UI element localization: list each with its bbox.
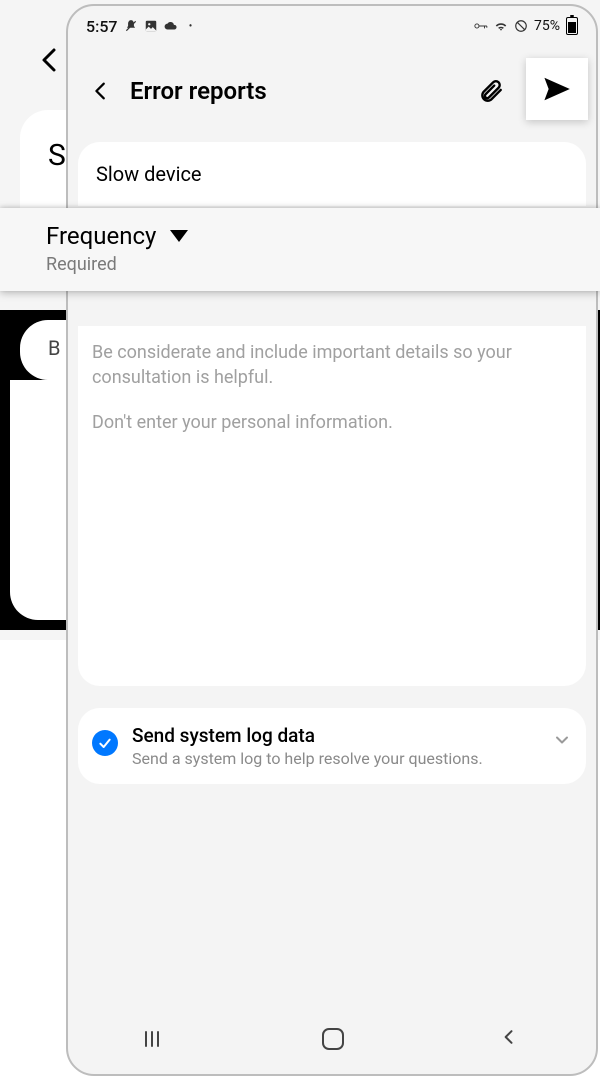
nav-home-button[interactable] — [322, 1028, 344, 1050]
battery-icon — [566, 17, 578, 35]
chevron-left-icon — [499, 1027, 519, 1047]
status-time: 5:57 — [86, 17, 118, 36]
background-letter-s: S — [48, 138, 66, 173]
wifi-icon — [494, 19, 508, 33]
no-sim-icon — [514, 19, 528, 33]
cloud-icon — [164, 19, 178, 33]
syslog-expand[interactable] — [552, 730, 572, 754]
frequency-dropdown[interactable]: Frequency Required — [0, 208, 600, 291]
description-placeholder-line1: Be considerate and include important det… — [92, 340, 572, 390]
caret-down-icon — [170, 230, 188, 242]
chevron-down-icon — [552, 730, 572, 750]
send-button[interactable] — [526, 58, 588, 120]
send-icon — [541, 73, 573, 105]
send-system-log-row[interactable]: Send system log data Send a system log t… — [78, 708, 586, 784]
nav-recents-button[interactable] — [145, 1031, 167, 1047]
syslog-title: Send system log data — [132, 724, 483, 747]
category-value: Slow device — [96, 162, 202, 186]
app-header: Error reports — [68, 46, 596, 142]
category-field[interactable]: Slow device — [78, 142, 586, 206]
error-report-modal: 5:57 • 75% — [66, 4, 598, 1076]
system-navigation-bar — [68, 1014, 596, 1064]
mute-icon — [124, 19, 138, 33]
dot-icon: • — [184, 19, 198, 33]
attach-button[interactable] — [476, 76, 506, 106]
vpn-key-icon — [474, 19, 488, 33]
page-title: Error reports — [130, 77, 267, 105]
back-button[interactable] — [86, 76, 116, 106]
background-back-chevron — [40, 44, 60, 82]
check-icon — [97, 735, 113, 751]
syslog-subtitle: Send a system log to help resolve your q… — [132, 749, 483, 768]
paperclip-icon — [478, 78, 504, 104]
frequency-label: Frequency — [46, 222, 156, 250]
image-icon — [144, 19, 158, 33]
description-input[interactable]: Be considerate and include important det… — [78, 326, 586, 686]
frequency-required-hint: Required — [46, 254, 554, 275]
description-placeholder-line2: Don't enter your personal information. — [92, 410, 572, 435]
background-letter-b: B — [48, 336, 60, 360]
nav-back-button[interactable] — [499, 1027, 519, 1051]
battery-percentage: 75% — [534, 18, 560, 34]
syslog-checkbox[interactable] — [92, 730, 118, 756]
status-bar: 5:57 • 75% — [68, 6, 596, 46]
